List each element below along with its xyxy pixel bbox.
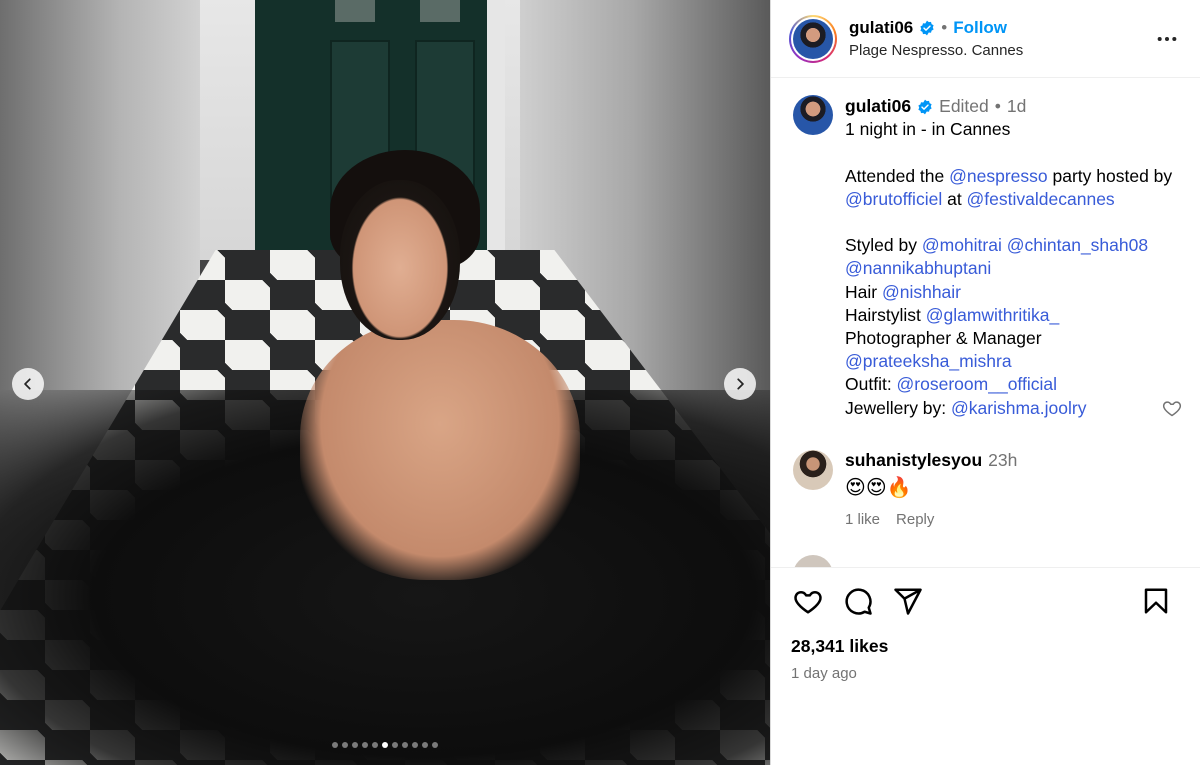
caption-line: @brutofficiel at @festivaldecannes xyxy=(845,188,1115,209)
heart-icon xyxy=(794,591,822,614)
post-media[interactable] xyxy=(0,0,770,765)
comment-avatar[interactable] xyxy=(793,555,833,567)
mention-link[interactable]: @prateeksha_mishra xyxy=(845,351,1012,371)
caption-line: Jewellery by: @karishma.joolry xyxy=(845,397,1087,418)
comment-text: 😍😍🔥 xyxy=(845,474,912,499)
next-slide-button[interactable] xyxy=(724,368,756,400)
slide-dot xyxy=(402,742,408,748)
comment-likes-link[interactable]: 1 like xyxy=(845,511,880,528)
next-comment-peek xyxy=(793,555,845,567)
chevron-left-icon xyxy=(24,378,31,390)
mention-link[interactable]: @nespresso xyxy=(949,166,1048,186)
caption-line: @nannikabhuptani xyxy=(845,257,1183,280)
save-button[interactable] xyxy=(1139,584,1173,618)
previous-slide-button[interactable] xyxy=(12,368,44,400)
caption-line: Hairstylist @glamwithritika_ xyxy=(845,304,1060,325)
comment-icon xyxy=(845,588,872,615)
post-timestamp[interactable]: 1 day ago xyxy=(791,665,1181,682)
slide-dot xyxy=(422,742,428,748)
caption-line: Attended the @nespresso party hosted by xyxy=(845,165,1173,186)
verified-badge-icon xyxy=(920,20,934,36)
mention-link[interactable]: @karishma.joolry xyxy=(951,398,1086,418)
mention-link[interactable]: @mohitrai xyxy=(922,235,1002,255)
follow-button[interactable]: Follow xyxy=(953,18,1007,38)
caption-line: Styled by @mohitrai @chintan_shah08 xyxy=(845,235,1149,256)
slide-dot xyxy=(332,742,338,748)
verified-badge-icon xyxy=(918,99,932,114)
mention-link[interactable]: @festivaldecannes xyxy=(967,189,1115,209)
share-button[interactable] xyxy=(891,584,925,618)
story-ring[interactable] xyxy=(789,14,837,63)
caption-line: Hair @nishhair xyxy=(845,281,962,302)
caption-line: Photographer & Manager xyxy=(845,328,1042,348)
caption-line: Outfit: @roseroom__official xyxy=(845,374,1057,395)
username-link[interactable]: gulati06 xyxy=(849,18,913,38)
avatar[interactable] xyxy=(793,18,833,59)
like-button[interactable] xyxy=(791,584,825,618)
comments-section[interactable]: gulati06 Edited • 1d 1 night in - in Can… xyxy=(771,79,1200,567)
send-icon xyxy=(894,588,922,615)
post-header: gulati06 • Follow Plage Nespresso. Canne… xyxy=(771,0,1200,78)
comment-item: suhanistylesyou 23h 😍😍🔥 1 like Reply xyxy=(793,449,1183,528)
mention-link[interactable]: @glamwithritika_ xyxy=(926,305,1060,325)
mention-link[interactable]: @nannikabhuptani xyxy=(845,258,991,278)
slide-dot xyxy=(362,742,368,748)
caption-age[interactable]: 1d xyxy=(1007,95,1026,118)
comment-button[interactable] xyxy=(841,584,875,618)
comment-like-heart-icon[interactable] xyxy=(1162,398,1182,418)
slide-dot xyxy=(432,742,438,748)
more-options-button[interactable] xyxy=(1156,28,1178,50)
separator-dot: • xyxy=(941,18,948,37)
slide-dot xyxy=(342,742,348,748)
edited-label: Edited xyxy=(939,96,989,116)
bookmark-icon xyxy=(1144,588,1168,614)
slide-dot xyxy=(392,742,398,748)
post-actions-footer: 28,341 likes 1 day ago xyxy=(771,567,1200,765)
caption-line: 1 night in - in Cannes xyxy=(845,119,1011,140)
comment-username[interactable]: suhanistylesyou xyxy=(845,450,982,471)
slide-dot xyxy=(382,742,388,748)
post-side-panel: gulati06 • Follow Plage Nespresso. Canne… xyxy=(770,0,1200,765)
caption-username[interactable]: gulati06 xyxy=(845,95,911,118)
slide-dot xyxy=(372,742,378,748)
caption: gulati06 Edited • 1d 1 night in - in Can… xyxy=(793,95,1183,420)
slide-indicator xyxy=(0,742,770,748)
mention-link[interactable]: @nishhair xyxy=(882,282,961,302)
photo-figure-arms xyxy=(300,320,580,580)
reply-button[interactable]: Reply xyxy=(896,511,934,528)
caption-line: @prateeksha_mishra xyxy=(845,350,1183,373)
photo-figure-face xyxy=(340,180,460,340)
comment-avatar[interactable] xyxy=(793,449,833,490)
mention-link[interactable]: @brutofficiel xyxy=(845,189,942,209)
separator-dot: • xyxy=(994,96,1001,116)
mention-link[interactable]: @chintan_shah08 xyxy=(1007,235,1148,255)
slide-dot xyxy=(352,742,358,748)
comment-age[interactable]: 23h xyxy=(988,450,1017,471)
more-horizontal-icon xyxy=(1157,36,1177,42)
slide-dot xyxy=(412,742,418,748)
likes-count[interactable]: 28,341 likes xyxy=(791,636,1181,657)
chevron-right-icon xyxy=(737,378,744,390)
caption-avatar[interactable] xyxy=(793,95,833,135)
mention-link[interactable]: @roseroom__official xyxy=(897,374,1057,394)
location-link[interactable]: Plage Nespresso. Cannes xyxy=(849,42,1023,59)
